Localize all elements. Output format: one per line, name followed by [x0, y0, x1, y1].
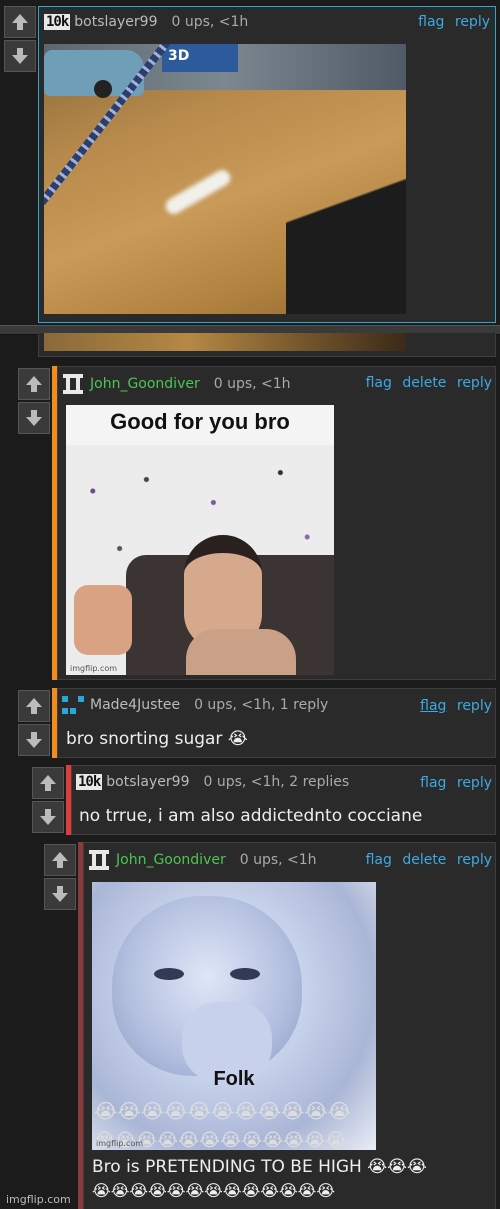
- vote-controls: [44, 844, 78, 910]
- upvote-button[interactable]: [18, 368, 50, 400]
- comment-actions: flag reply: [414, 775, 492, 791]
- comment-image-table-photo[interactable]: 3D: [44, 44, 406, 314]
- comment-image-meme[interactable]: Good for you bro imgflip.com: [66, 405, 334, 675]
- comment-text: bro snorting sugar 😭: [66, 729, 248, 749]
- username-link[interactable]: John_Goondiver: [116, 852, 226, 868]
- reply-link[interactable]: reply: [457, 375, 492, 391]
- comment-header: Made4Justee 0 ups, <1h, 1 reply: [62, 696, 328, 714]
- down-arrow-icon: [26, 732, 42, 748]
- reply-link[interactable]: reply: [457, 775, 492, 791]
- comment-header: John_Goondiver 0 ups, <1h: [62, 373, 291, 395]
- box-label: 3D: [168, 48, 190, 64]
- flag-link[interactable]: flag: [420, 775, 446, 791]
- user-icon: [62, 696, 84, 714]
- reply-link[interactable]: reply: [457, 698, 492, 714]
- up-arrow-icon: [26, 698, 42, 714]
- rank-badge: 10k: [76, 774, 103, 790]
- powder-image: [162, 167, 234, 217]
- username-link[interactable]: botslayer99: [74, 14, 157, 30]
- vote-controls: [32, 767, 66, 833]
- comment-header: John_Goondiver 0 ups, <1h: [88, 849, 317, 871]
- comment-text: no trrue, i am also addictednto cocciane: [79, 806, 423, 826]
- vote-controls: [18, 690, 52, 756]
- reply-link[interactable]: reply: [455, 14, 490, 30]
- up-arrow-icon: [12, 14, 28, 30]
- down-arrow-icon: [26, 410, 42, 426]
- comment-actions: flag reply: [412, 14, 490, 30]
- vote-controls: [4, 6, 38, 72]
- down-arrow-icon: [12, 48, 28, 64]
- flag-link[interactable]: flag: [420, 698, 446, 714]
- meme-caption: Folk: [213, 1068, 255, 1090]
- meme-caption: Good for you bro: [110, 409, 290, 434]
- baby-eye-right: [230, 968, 260, 980]
- toy-car-wheel: [94, 80, 112, 98]
- comment-image-baby-meme[interactable]: Folk 😭😭😭😭😭😭😭😭😭😭😭 😭😭😭😭😭😭😭😭😭😭😭😭 imgflip.co…: [92, 882, 376, 1150]
- downvote-button[interactable]: [44, 878, 76, 910]
- rank-badge: 10k: [44, 14, 71, 30]
- downvote-button[interactable]: [18, 402, 50, 434]
- comment-text: Bro is PRETENDING TO BE HIGH 😭😭😭: [92, 1157, 427, 1177]
- reply-link[interactable]: reply: [457, 852, 492, 868]
- comment-meta: 0 ups, <1h, 2 replies: [203, 774, 350, 790]
- comment-actions: flag delete reply: [360, 852, 492, 868]
- comment-header: 10k botslayer99 0 ups, <1h: [44, 14, 248, 30]
- comment-actions: flag reply: [414, 698, 492, 714]
- meme-emoji-row: 😭😭😭😭😭😭😭😭😭😭😭: [94, 1099, 352, 1123]
- upvote-button[interactable]: [32, 767, 64, 799]
- comment-meta: 0 ups, <1h: [171, 14, 249, 30]
- image-watermark: imgflip.com: [96, 1139, 144, 1148]
- delete-link[interactable]: delete: [402, 375, 446, 391]
- imgflip-watermark: imgflip.com: [6, 1193, 71, 1206]
- comment-meta: 0 ups, <1h, 1 reply: [194, 697, 329, 713]
- comment-text: 😭😭😭😭😭😭😭😭😭😭😭😭😭: [92, 1181, 336, 1200]
- dark-corner: [286, 124, 406, 314]
- upvote-button[interactable]: [44, 844, 76, 876]
- upvote-button[interactable]: [4, 6, 36, 38]
- downvote-button[interactable]: [18, 724, 50, 756]
- body-image: [186, 629, 296, 675]
- image-remnant: [44, 333, 406, 351]
- box-image: 3D: [162, 44, 238, 72]
- up-arrow-icon: [52, 852, 68, 868]
- up-arrow-icon: [26, 376, 42, 392]
- rank-two-icon: [63, 374, 83, 394]
- down-arrow-icon: [52, 886, 68, 902]
- username-link[interactable]: Made4Justee: [90, 697, 180, 713]
- up-arrow-icon: [40, 775, 56, 791]
- comment-header: 10k botslayer99 0 ups, <1h, 2 replies: [76, 774, 349, 790]
- upvote-button[interactable]: [18, 690, 50, 722]
- down-arrow-icon: [40, 809, 56, 825]
- username-link[interactable]: botslayer99: [106, 774, 189, 790]
- comment-meta: 0 ups, <1h: [213, 376, 291, 392]
- vote-controls: [18, 368, 52, 434]
- downvote-button[interactable]: [32, 801, 64, 833]
- delete-link[interactable]: delete: [402, 852, 446, 868]
- baby-eye-left: [154, 968, 184, 980]
- flag-link[interactable]: flag: [366, 852, 392, 868]
- image-watermark: imgflip.com: [70, 664, 118, 673]
- flag-link[interactable]: flag: [418, 14, 444, 30]
- comment-actions: flag delete reply: [360, 375, 492, 391]
- downvote-button[interactable]: [4, 40, 36, 72]
- thumbs-up-image: [74, 585, 132, 655]
- flag-link[interactable]: flag: [366, 375, 392, 391]
- rank-two-icon: [89, 850, 109, 870]
- username-link[interactable]: John_Goondiver: [90, 376, 200, 392]
- comment-meta: 0 ups, <1h: [239, 852, 317, 868]
